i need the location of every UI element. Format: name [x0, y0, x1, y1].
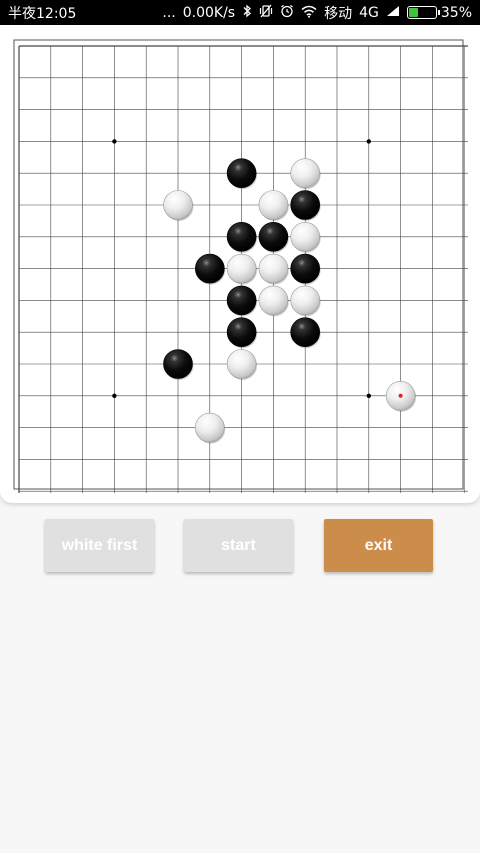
star-point: [366, 393, 371, 398]
white-stone: [258, 253, 289, 284]
star-point: [112, 139, 117, 144]
black-stone: [290, 317, 321, 348]
white-first-button[interactable]: white first: [45, 519, 154, 572]
white-stone: [226, 349, 257, 379]
black-stone: [290, 253, 321, 284]
white-stone: [195, 412, 225, 443]
alarm-icon: [280, 4, 294, 21]
gomoku-board[interactable]: [12, 37, 468, 493]
black-stone: [226, 317, 257, 348]
exit-button[interactable]: exit: [324, 519, 433, 572]
white-stone: [258, 285, 289, 316]
black-stone: [195, 253, 225, 284]
status-bar: 半夜12:05 ... 0.00K/s 移动 4G 35%: [0, 0, 480, 25]
white-stone: [226, 253, 257, 284]
start-button[interactable]: start: [184, 519, 293, 572]
star-point: [366, 139, 371, 144]
status-time: 半夜12:05: [8, 5, 77, 22]
vibrate-icon: [259, 4, 273, 21]
black-stone: [258, 222, 289, 252]
signal-icon: [386, 5, 400, 20]
last-move-marker: [398, 393, 403, 398]
battery-fill: [408, 8, 418, 17]
white-stone: [163, 190, 193, 220]
black-stone: [163, 349, 193, 379]
status-icons: ... 0.00K/s 移动 4G 35%: [162, 3, 472, 23]
black-stone: [226, 158, 257, 188]
white-stone: [258, 190, 289, 220]
battery-percent: 35%: [440, 4, 472, 21]
board-card: [0, 25, 480, 503]
white-stone: [290, 285, 321, 316]
star-point: [112, 393, 117, 398]
black-stone: [226, 222, 257, 252]
network-speed: 0.00K/s: [182, 4, 236, 21]
network-type: 4G: [359, 4, 379, 21]
wifi-icon: [301, 5, 317, 21]
bluetooth-icon: [242, 4, 252, 21]
carrier-name: 移动: [324, 5, 353, 22]
battery-icon: [406, 6, 440, 19]
status-dots: ...: [162, 4, 176, 21]
black-stone: [226, 285, 257, 316]
black-stone: [290, 190, 321, 220]
battery-indicator: 35%: [406, 4, 472, 21]
white-stone: [290, 158, 321, 188]
white-stone: [290, 222, 321, 252]
